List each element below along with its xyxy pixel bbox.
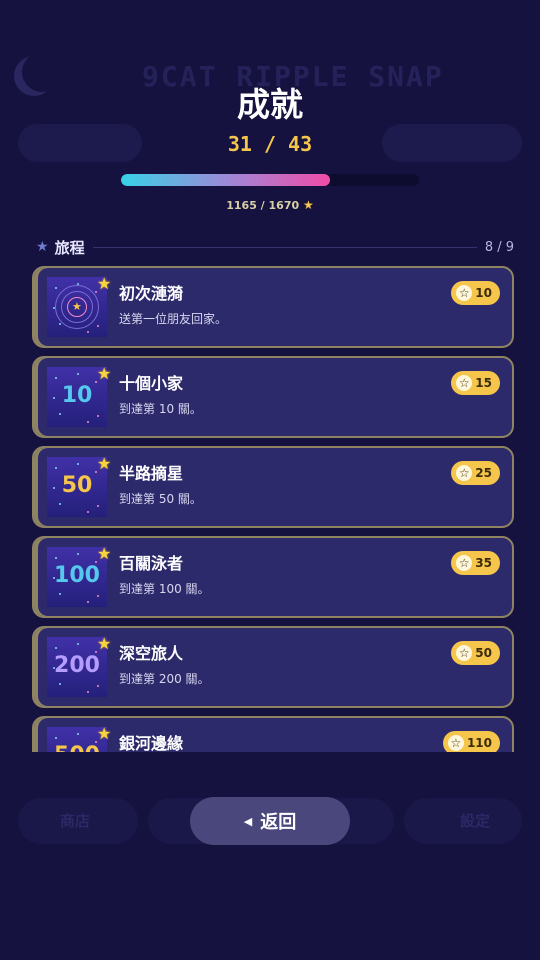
sparkle-dot xyxy=(55,737,57,739)
back-arrow-icon: ◀ xyxy=(243,814,253,828)
section-divider xyxy=(92,246,477,248)
progress-bar-fill xyxy=(121,174,330,186)
achievement-name: 深空旅人 xyxy=(119,644,184,663)
reward-badge: ☆ 35 xyxy=(451,551,500,575)
achievement-name: 半路摘星 xyxy=(119,464,184,483)
sparkle-dot xyxy=(55,287,57,289)
sparkle-dot xyxy=(87,331,89,333)
level-badge-number: 10 xyxy=(61,383,93,408)
achievement-list[interactable]: ★ ★ 初次漣漪 送第一位朋友回家。 ☆ 10 10 ★ 十個小家 到達第 10 關。 ☆ 15 50 ★… xyxy=(32,264,516,752)
background-nav-shop: 商店 xyxy=(18,798,138,844)
achievement-card[interactable]: ★ ★ 初次漣漪送第一位朋友回家。 ☆ 10 xyxy=(32,266,514,348)
stars-total-value: 1165 / 1670 xyxy=(226,199,300,212)
achievement-name: 十個小家 xyxy=(119,374,184,393)
reward-star-icon: ☆ xyxy=(456,285,473,301)
achievement-card[interactable]: 50 ★ 半路摘星到達第 50 關。 ☆ 25 xyxy=(32,446,514,528)
sparkle-dot xyxy=(55,557,57,559)
sparkle-dot xyxy=(97,685,99,687)
achievement-desc: 送第一位朋友回家。 xyxy=(119,312,228,326)
reward-badge: ☆ 25 xyxy=(451,461,500,485)
unlocked-star-icon: ★ xyxy=(97,544,112,563)
sparkle-dot xyxy=(97,595,99,597)
achievement-card[interactable]: 200 ★ 深空旅人到達第 200 關。 ☆ 50 xyxy=(32,626,514,708)
reward-value: 35 xyxy=(475,556,492,570)
unlocked-star-icon: ★ xyxy=(97,274,112,293)
sparkle-dot xyxy=(87,691,89,693)
sparkle-dot xyxy=(97,505,99,507)
achievement-card[interactable]: 100 ★ 百關泳者到達第 100 關。 ☆ 35 xyxy=(32,536,514,618)
sparkle-dot xyxy=(87,421,89,423)
achievement-desc: 到達第 50 關。 xyxy=(119,492,202,506)
sparkle-dot xyxy=(77,553,79,555)
reward-badge: ☆ 15 xyxy=(451,371,500,395)
sparkle-dot xyxy=(59,503,61,505)
sparkle-dot xyxy=(77,733,79,735)
sparkle-dot xyxy=(87,511,89,513)
unlocked-star-icon: ★ xyxy=(97,724,112,743)
sparkle-dot xyxy=(55,647,57,649)
reward-badge: ☆ 50 xyxy=(451,641,500,665)
background-nav-settings-label: 設定 xyxy=(460,812,491,830)
stars-total: 1165 / 1670 ★ xyxy=(0,198,540,212)
center-star-icon: ★ xyxy=(72,300,82,313)
sparkle-dot xyxy=(59,593,61,595)
reward-value: 15 xyxy=(475,376,492,390)
reward-badge: ☆ 110 xyxy=(442,731,500,752)
reward-value: 110 xyxy=(466,736,492,750)
level-badge-number: 200 xyxy=(54,653,100,678)
achievement-name: 百關泳者 xyxy=(119,554,184,573)
sparkle-dot xyxy=(87,601,89,603)
section-name: 旅程 xyxy=(54,238,85,257)
reward-star-icon: ☆ xyxy=(456,465,473,481)
sparkle-dot xyxy=(55,467,57,469)
achievement-name: 銀河邊緣 xyxy=(119,734,184,752)
reward-star-icon: ☆ xyxy=(456,375,473,391)
reward-value: 50 xyxy=(475,646,492,660)
sparkle-dot xyxy=(97,415,99,417)
page-title: 成就 xyxy=(237,85,303,124)
sparkle-dot xyxy=(59,413,61,415)
sparkle-dot xyxy=(77,463,79,465)
achievement-desc: 到達第 100 關。 xyxy=(119,582,210,596)
section-header: ★ 旅程 8 / 9 xyxy=(36,238,514,257)
level-badge-number: 500 xyxy=(47,743,107,752)
section-count: 8 / 9 xyxy=(484,239,514,255)
achievement-card[interactable]: 500★ 銀河邊緣 ☆110 xyxy=(32,716,514,752)
level-badge-number: 100 xyxy=(54,563,100,588)
sparkle-dot xyxy=(77,373,79,375)
sparkle-dot xyxy=(55,377,57,379)
unlocked-star-icon: ★ xyxy=(97,364,112,383)
progress-bar xyxy=(121,174,419,186)
reward-value: 10 xyxy=(475,286,492,300)
sparkle-dot xyxy=(59,323,61,325)
back-button-label: 返回 xyxy=(260,812,297,833)
unlocked-star-icon: ★ xyxy=(97,454,112,473)
sparkle-dot xyxy=(59,683,61,685)
section-star-icon: ★ xyxy=(36,239,49,255)
star-icon: ★ xyxy=(303,198,314,212)
reward-star-icon: ☆ xyxy=(456,555,473,571)
reward-value: 25 xyxy=(475,466,492,480)
achievement-desc: 到達第 200 關。 xyxy=(119,672,210,686)
back-button[interactable]: ◀ 返回 xyxy=(190,797,350,845)
reward-badge: ☆ 10 xyxy=(451,281,500,305)
sparkle-dot xyxy=(77,643,79,645)
sparkle-dot xyxy=(97,325,99,327)
unlocked-star-icon: ★ xyxy=(97,634,112,653)
reward-star-icon: ☆ xyxy=(447,735,464,751)
background-nav-settings: 設定 xyxy=(404,798,522,844)
background-nav-shop-label: 商店 xyxy=(60,812,91,830)
level-badge-number: 50 xyxy=(61,473,93,498)
reward-star-icon: ☆ xyxy=(456,645,473,661)
achievement-name: 初次漣漪 xyxy=(119,284,184,303)
unlocked-count: 31 / 43 xyxy=(227,132,313,156)
achievement-card[interactable]: 10 ★ 十個小家到達第 10 關。 ☆ 15 xyxy=(32,356,514,438)
achievement-desc: 到達第 10 關。 xyxy=(119,402,202,416)
